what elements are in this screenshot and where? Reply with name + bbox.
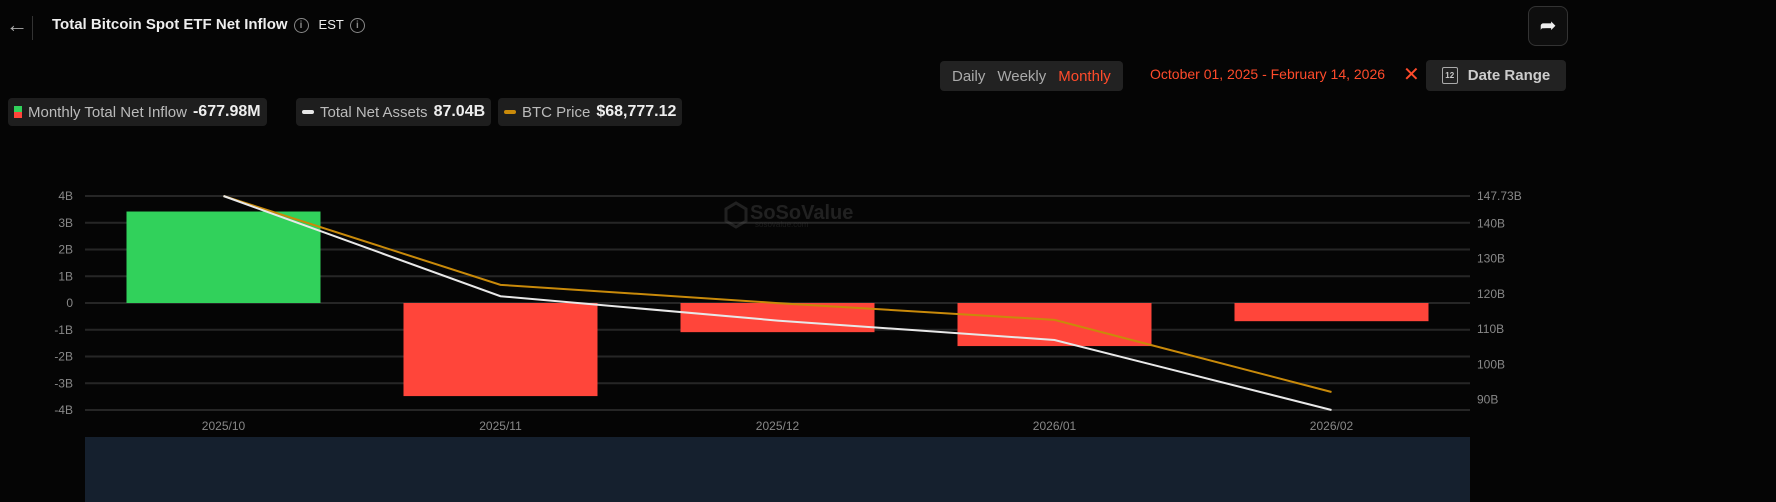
left-axis-tick: 4B [58, 189, 73, 203]
bar-net-inflow [1234, 303, 1429, 322]
right-axis-tick: 90B [1477, 393, 1498, 407]
left-axis-tick: -1B [54, 323, 73, 337]
bar-net-inflow [126, 211, 321, 303]
left-axis-tick: -3B [54, 376, 73, 390]
left-axis-tick: 3B [58, 216, 73, 230]
right-axis-tick: 100B [1477, 357, 1505, 371]
x-axis-tick: 2025/11 [479, 419, 522, 433]
svg-text:sosovalue.com: sosovalue.com [755, 220, 809, 229]
left-axis-tick: 2B [58, 243, 73, 257]
left-axis-tick: 1B [58, 269, 73, 283]
right-axis-tick: 120B [1477, 287, 1505, 301]
right-axis-tick: 110B [1477, 322, 1504, 336]
range-navigator[interactable] [85, 437, 1470, 502]
x-axis-tick: 2025/10 [202, 419, 246, 433]
right-axis-tick: 147.73B [1477, 189, 1522, 203]
x-axis-tick: 2025/12 [756, 419, 800, 433]
right-axis-tick: 140B [1477, 216, 1505, 230]
x-axis-tick: 2026/02 [1310, 419, 1354, 433]
right-axis-tick: 130B [1477, 252, 1505, 266]
left-axis-tick: -2B [54, 350, 73, 364]
left-axis-tick: 0 [66, 296, 73, 310]
chart: SoSoValue sosovalue.com 4B 3B 2B 1B 0 -1B -2B -… [54, 189, 1522, 433]
x-axis-tick: 2026/01 [1033, 419, 1077, 433]
left-axis-tick: -4B [54, 403, 73, 417]
watermark: SoSoValue sosovalue.com [724, 201, 853, 229]
bar-net-inflow [403, 303, 598, 397]
